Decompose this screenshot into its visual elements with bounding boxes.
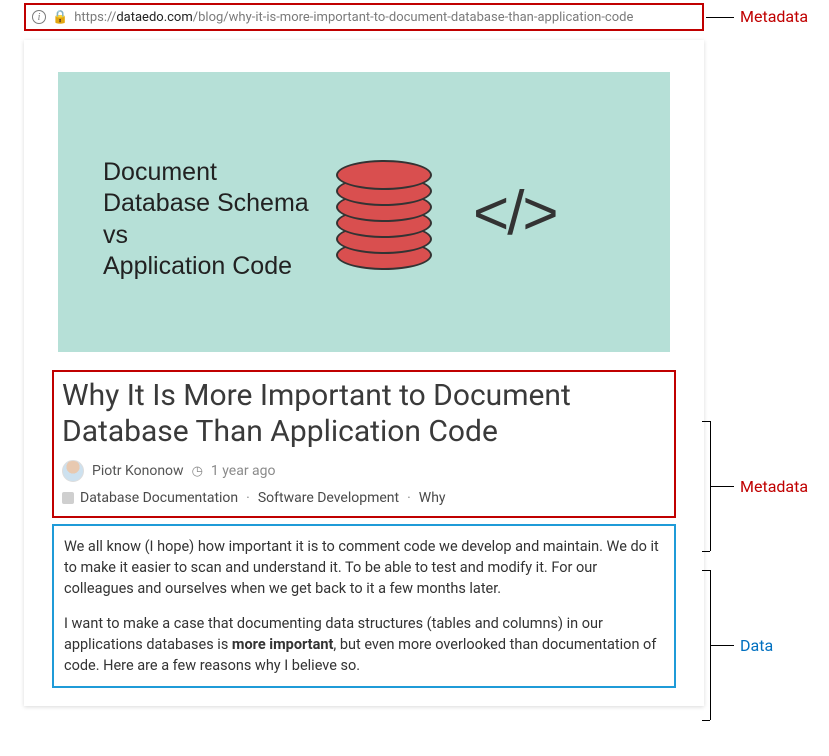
author-avatar — [62, 460, 84, 482]
hero-line4: Application Code — [103, 251, 309, 282]
connector-line — [706, 17, 734, 18]
posted-time: 1 year ago — [211, 463, 276, 479]
article-header-block: Why It Is More Important to Document Dat… — [52, 370, 676, 518]
info-icon: i — [32, 10, 46, 24]
tag-2[interactable]: Software Development — [258, 490, 399, 506]
url-text: https://dataedo.com/blog/why-it-is-more-… — [74, 10, 633, 25]
connector-line — [702, 720, 710, 721]
tag-3[interactable]: Why — [419, 490, 446, 506]
tags-row: Database Documentation · Software Develo… — [62, 490, 666, 506]
lock-icon: 🔒 — [52, 10, 68, 25]
connector-line — [710, 645, 734, 646]
article-card: Document Database Schema vs Application … — [24, 40, 704, 706]
url-path: /blog/why-it-is-more-important-to-docume… — [193, 10, 634, 25]
article-title: Why It Is More Important to Document Dat… — [62, 378, 666, 450]
hero-text: Document Database Schema vs Application … — [103, 157, 309, 282]
tag-separator: · — [407, 490, 411, 506]
article-body-block: We all know (I hope) how important it is… — [52, 524, 676, 688]
body-paragraph-1: We all know (I hope) how important it is… — [64, 536, 664, 599]
code-icon: </> — [473, 178, 557, 249]
label-data-body: Data — [740, 636, 773, 655]
connector-line — [710, 486, 734, 487]
connector-line — [702, 551, 710, 552]
connector-line — [702, 421, 710, 422]
tag-icon — [62, 492, 74, 504]
byline: Piotr Kononow ◷ 1 year ago — [62, 460, 666, 482]
tag-separator: · — [246, 490, 250, 506]
author-name[interactable]: Piotr Kononow — [92, 463, 184, 479]
hero-line2: Database Schema — [103, 188, 309, 219]
hero-line1: Document — [103, 157, 309, 188]
label-metadata-title: Metadata — [740, 477, 808, 496]
hero-banner: Document Database Schema vs Application … — [58, 72, 670, 352]
url-domain: dataedo.com — [116, 10, 192, 25]
clock-icon: ◷ — [192, 464, 203, 479]
connector-line — [702, 570, 710, 571]
url-prefix: https:// — [74, 10, 116, 25]
body-p2-bold: more important — [232, 636, 333, 653]
tag-1[interactable]: Database Documentation — [80, 490, 238, 506]
hero-line3: vs — [103, 220, 309, 251]
body-paragraph-2: I want to make a case that documenting d… — [64, 613, 664, 676]
label-metadata-url: Metadata — [740, 7, 808, 26]
url-bar[interactable]: i 🔒 https://dataedo.com/blog/why-it-is-m… — [24, 3, 704, 31]
